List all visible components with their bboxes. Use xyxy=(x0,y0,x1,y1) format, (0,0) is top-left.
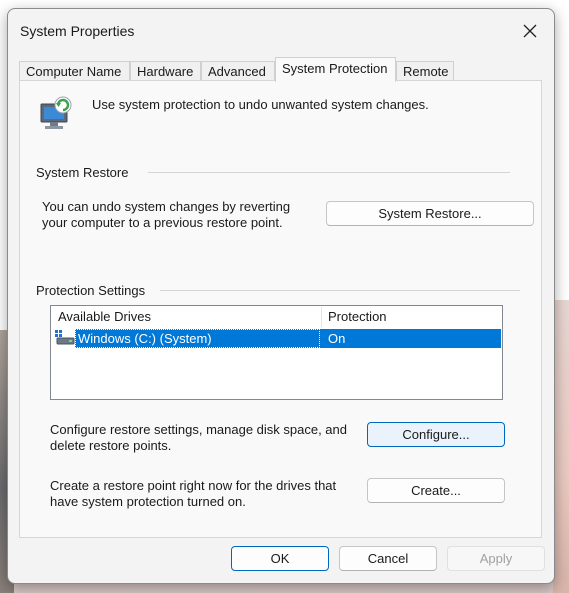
window-title: System Properties xyxy=(20,23,135,39)
title-bar[interactable]: System Properties xyxy=(8,9,554,53)
drive-icon xyxy=(55,330,75,345)
configure-button[interactable]: Configure... xyxy=(367,422,505,447)
column-separator[interactable] xyxy=(321,307,322,327)
system-restore-heading: System Restore xyxy=(36,165,129,180)
desktop-background-right xyxy=(553,300,569,593)
create-button[interactable]: Create... xyxy=(367,478,505,503)
configure-description-line2: delete restore points. xyxy=(50,438,172,453)
protection-settings-heading: Protection Settings xyxy=(36,283,146,298)
close-button[interactable] xyxy=(506,9,554,53)
tab-system-protection[interactable]: System Protection xyxy=(275,57,396,82)
cancel-button[interactable]: Cancel xyxy=(339,546,437,571)
column-header-available-drives[interactable]: Available Drives xyxy=(58,306,151,327)
drive-name: Windows (C:) (System) xyxy=(78,331,212,346)
system-protection-icon xyxy=(40,96,72,129)
configure-description-line1: Configure restore settings, manage disk … xyxy=(50,422,348,437)
create-description-line1: Create a restore point right now for the… xyxy=(50,478,337,493)
column-header-protection[interactable]: Protection xyxy=(328,306,387,327)
tab-hardware[interactable]: Hardware xyxy=(130,61,201,81)
system-restore-button[interactable]: System Restore... xyxy=(326,201,534,226)
close-icon xyxy=(523,24,537,38)
system-restore-description-line1: You can undo system changes by reverting xyxy=(42,199,291,214)
apply-button[interactable]: Apply xyxy=(447,546,545,571)
drive-protection-status: On xyxy=(328,331,346,346)
intro-text: Use system protection to undo unwanted s… xyxy=(92,97,429,112)
tab-advanced[interactable]: Advanced xyxy=(201,61,275,81)
drives-list[interactable]: Available Drives Protection Windows (C:)… xyxy=(50,305,503,400)
system-restore-divider xyxy=(148,172,510,173)
create-description-line2: have system protection turned on. xyxy=(50,494,246,509)
ok-button[interactable]: OK xyxy=(231,546,329,571)
tab-computer-name[interactable]: Computer Name xyxy=(19,61,130,81)
tab-remote[interactable]: Remote xyxy=(396,61,454,81)
protection-settings-divider xyxy=(160,290,520,291)
system-restore-description-line2: your computer to a previous restore poin… xyxy=(42,215,283,230)
